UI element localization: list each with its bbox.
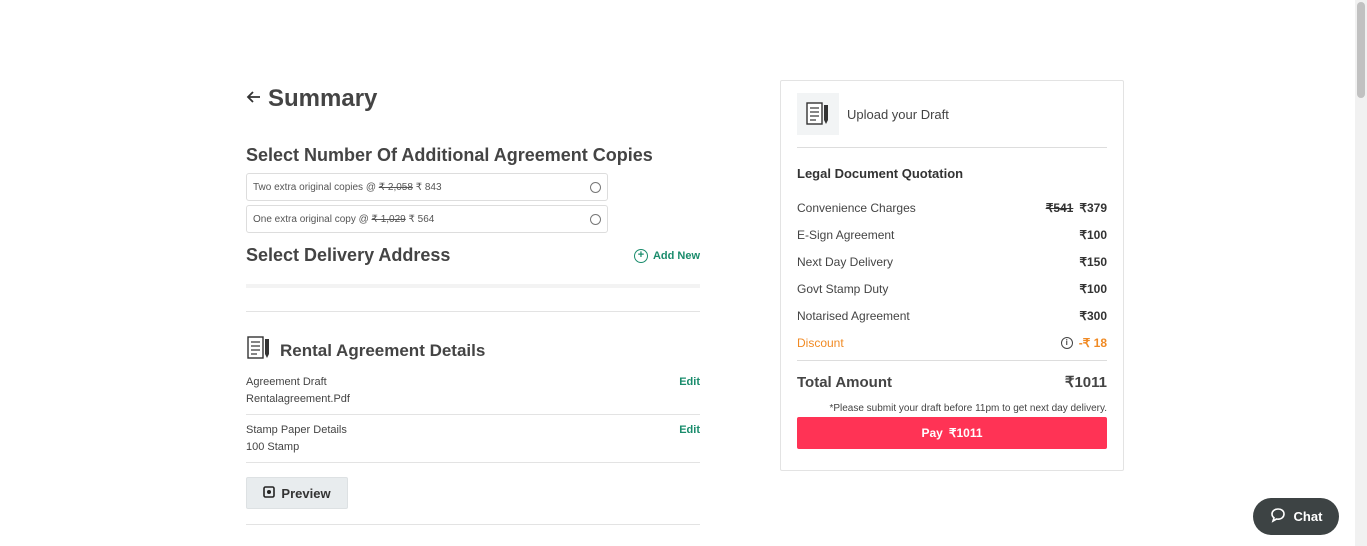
copy-option-text: One extra original copy @ ₹ 1,029 ₹ 564 xyxy=(253,214,434,225)
divider xyxy=(246,311,700,312)
divider xyxy=(246,462,700,463)
page-title: Summary xyxy=(268,85,378,112)
charge-value: ₹100 xyxy=(1079,227,1107,242)
summary-panel: Summary Select Number Of Additional Agre… xyxy=(246,80,700,525)
total-label: Total Amount xyxy=(797,373,892,391)
charge-value: ₹300 xyxy=(1079,308,1107,323)
charge-row-convenience: Convenience Charges ₹541 ₹379 xyxy=(797,194,1107,221)
charge-label: Convenience Charges xyxy=(797,200,916,215)
divider xyxy=(246,414,700,415)
detail-value: 100 Stamp xyxy=(246,441,300,453)
total-value: ₹1011 xyxy=(1064,374,1107,391)
preview-button[interactable]: Preview xyxy=(246,477,348,509)
copy-option-label: One extra original copy @ xyxy=(253,213,372,225)
pay-button[interactable]: Pay ₹1011 xyxy=(797,417,1107,449)
summary-header: Summary xyxy=(246,85,700,113)
charge-row-discount: Discount i -₹ 18 xyxy=(797,329,1107,356)
discount-value-wrap: i -₹ 18 xyxy=(1060,335,1107,350)
add-new-label: Add New xyxy=(652,249,700,262)
charge-value: ₹541 ₹379 xyxy=(1046,201,1107,215)
divider xyxy=(797,360,1107,361)
pay-label: Pay xyxy=(921,426,943,440)
scrollbar-thumb[interactable] xyxy=(1357,2,1365,98)
detail-label: Stamp Paper Details xyxy=(246,424,347,436)
copy-option-text: Two extra original copies @ ₹ 2,058 ₹ 84… xyxy=(253,182,442,193)
arrow-left-icon[interactable] xyxy=(246,89,262,109)
preview-icon xyxy=(263,485,276,501)
new-charge: ₹379 xyxy=(1079,200,1107,215)
pay-amount: ₹1011 xyxy=(948,426,983,440)
detail-label: Agreement Draft xyxy=(246,376,327,388)
details-section-title: Rental Agreement Details xyxy=(280,340,486,360)
copies-section-title: Select Number Of Additional Agreement Co… xyxy=(246,145,653,165)
charge-label: Notarised Agreement xyxy=(797,308,910,323)
chat-label: Chat xyxy=(1293,509,1323,524)
quotation-card: Upload your Draft Legal Document Quotati… xyxy=(780,80,1124,471)
divider xyxy=(246,524,700,525)
new-price: ₹ 843 xyxy=(412,181,442,193)
address-list xyxy=(246,284,700,288)
document-pen-icon xyxy=(797,93,839,135)
charge-label: E-Sign Agreement xyxy=(797,227,895,242)
total-row: Total Amount ₹1011 xyxy=(797,373,1107,392)
copy-option-one[interactable]: One extra original copy @ ₹ 1,029 ₹ 564 xyxy=(246,205,608,233)
edit-draft-link[interactable]: Edit xyxy=(679,376,700,405)
edit-stamp-link[interactable]: Edit xyxy=(679,424,700,453)
detail-text: Agreement Draft Rentalagreement.Pdf xyxy=(246,376,350,405)
radio-button[interactable] xyxy=(590,181,601,193)
copy-option-two[interactable]: Two extra original copies @ ₹ 2,058 ₹ 84… xyxy=(246,173,608,201)
charge-row-stamp-duty: Govt Stamp Duty ₹100 xyxy=(797,275,1107,302)
old-price: ₹ 2,058 xyxy=(378,181,413,193)
upload-draft-row[interactable]: Upload your Draft xyxy=(797,81,1107,148)
discount-value: -₹ 18 xyxy=(1078,335,1107,350)
chat-button[interactable]: Chat xyxy=(1253,498,1339,535)
document-icon xyxy=(246,335,272,366)
detail-row-draft: Agreement Draft Rentalagreement.Pdf Edit xyxy=(246,376,700,414)
discount-label: Discount xyxy=(797,335,844,350)
detail-value: Rentalagreement.Pdf xyxy=(246,393,350,405)
charge-row-delivery: Next Day Delivery ₹150 xyxy=(797,248,1107,275)
plus-icon: + xyxy=(633,248,648,263)
details-header: Rental Agreement Details xyxy=(246,335,700,366)
charge-value: ₹150 xyxy=(1079,254,1107,269)
quotation-title: Legal Document Quotation xyxy=(797,166,964,181)
charge-row-esign: E-Sign Agreement ₹100 xyxy=(797,221,1107,248)
detail-text: Stamp Paper Details 100 Stamp xyxy=(246,424,347,453)
detail-row-stamp: Stamp Paper Details 100 Stamp Edit xyxy=(246,424,700,462)
chat-bubble-icon xyxy=(1270,507,1286,526)
copy-option-label: Two extra original copies @ xyxy=(253,181,379,193)
delivery-note: *Please submit your draft before 11pm to… xyxy=(829,403,1107,414)
upload-draft-label: Upload your Draft xyxy=(847,106,949,122)
scrollbar[interactable] xyxy=(1355,0,1367,546)
delivery-section-title: Select Delivery Address xyxy=(246,245,451,265)
charge-label: Next Day Delivery xyxy=(797,254,894,269)
preview-label: Preview xyxy=(281,485,331,501)
charge-value: ₹100 xyxy=(1079,281,1107,296)
charge-row-notarised: Notarised Agreement ₹300 xyxy=(797,302,1107,329)
new-price: ₹ 564 xyxy=(405,213,435,225)
add-new-address-button[interactable]: + Add New xyxy=(633,248,700,263)
radio-button[interactable] xyxy=(590,213,601,225)
info-icon[interactable]: i xyxy=(1060,336,1073,349)
old-charge: ₹541 xyxy=(1045,200,1074,215)
charge-label: Govt Stamp Duty xyxy=(797,281,889,296)
old-price: ₹ 1,029 xyxy=(371,213,406,225)
delivery-header: Select Delivery Address + Add New xyxy=(246,245,700,266)
